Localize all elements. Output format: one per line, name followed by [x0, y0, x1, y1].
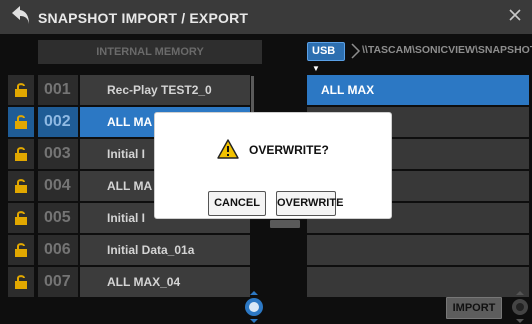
- snapshot-number: 003: [38, 139, 78, 169]
- snapshot-number: 007: [38, 267, 78, 297]
- overwrite-dialog: OVERWRITE? CANCEL OVERWRITE: [154, 112, 392, 219]
- encoder-icon[interactable]: [510, 290, 530, 324]
- back-icon[interactable]: [10, 4, 32, 28]
- snapshot-number: 004: [38, 171, 78, 201]
- overwrite-button[interactable]: OVERWRITE: [276, 191, 343, 216]
- title-bar: SNAPSHOT IMPORT / EXPORT: [0, 0, 532, 34]
- chevron-right-icon: [351, 43, 361, 59]
- usb-file-row[interactable]: ALL MAX: [307, 75, 529, 105]
- usb-file-row[interactable]: [307, 235, 529, 265]
- snapshot-name: ALL MAX_04: [80, 267, 250, 297]
- snapshot-number: 005: [38, 203, 78, 233]
- source-select[interactable]: USB ▼: [307, 42, 345, 73]
- snapshot-row[interactable]: 007 ALL MAX_04: [0, 267, 260, 297]
- lock-icon[interactable]: [8, 75, 34, 105]
- snapshot-number: 001: [38, 75, 78, 105]
- lock-icon[interactable]: [8, 107, 34, 137]
- snapshot-row[interactable]: 001 Rec-Play TEST2_0: [0, 75, 260, 105]
- snapshot-name: Rec-Play TEST2_0: [80, 75, 250, 105]
- internal-memory-header: INTERNAL MEMORY: [38, 40, 262, 64]
- left-scrollbar[interactable]: [251, 76, 254, 112]
- page-title: SNAPSHOT IMPORT / EXPORT: [38, 10, 249, 26]
- chevron-down-icon: ▼: [312, 64, 320, 73]
- snapshot-number: 006: [38, 235, 78, 265]
- warning-icon: [217, 139, 239, 159]
- snapshot-row[interactable]: 006 Initial Data_01a: [0, 235, 260, 265]
- snapshot-number: 002: [38, 107, 78, 137]
- encoder-icon[interactable]: [242, 290, 266, 324]
- close-icon[interactable]: [508, 8, 522, 22]
- import-button[interactable]: IMPORT: [446, 297, 502, 319]
- lock-icon[interactable]: [8, 203, 34, 233]
- usb-file-row[interactable]: [307, 267, 529, 297]
- scroll-handle[interactable]: [270, 220, 300, 228]
- cancel-button[interactable]: CANCEL: [208, 191, 266, 216]
- snapshot-name: Initial Data_01a: [80, 235, 250, 265]
- path-breadcrumb: \\TASCAM\SONICVIEW\SNAPSHOT\: [362, 44, 532, 56]
- lock-icon[interactable]: [8, 267, 34, 297]
- lock-icon[interactable]: [8, 235, 34, 265]
- dialog-message: OVERWRITE?: [249, 143, 329, 157]
- source-label: USB: [312, 45, 336, 57]
- lock-icon[interactable]: [8, 171, 34, 201]
- lock-icon[interactable]: [8, 139, 34, 169]
